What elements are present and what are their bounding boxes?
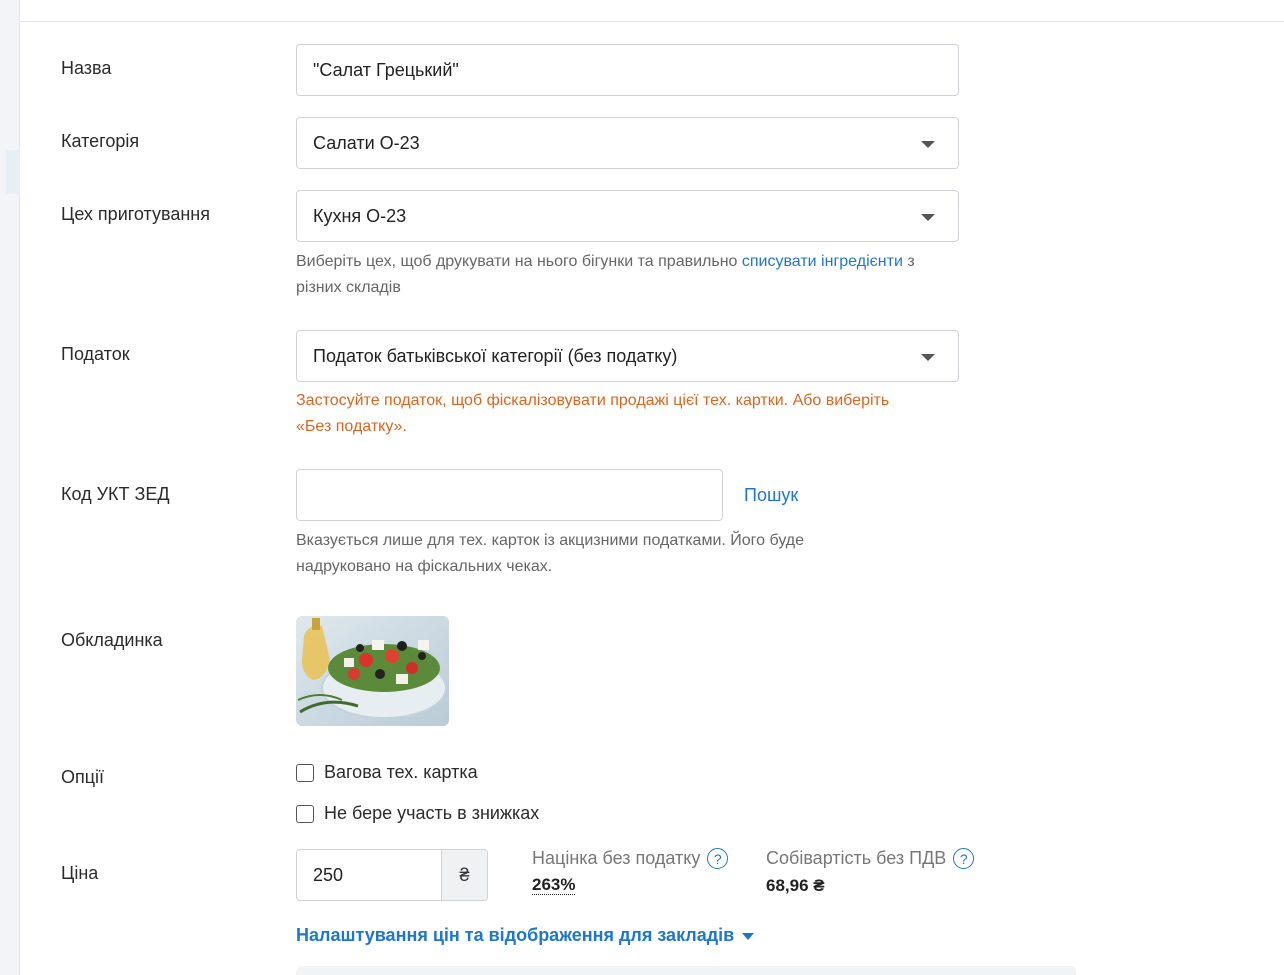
weighted-checkbox-label: Вагова тех. картка bbox=[324, 762, 478, 782]
uktzed-search-link[interactable]: Пошук bbox=[744, 485, 798, 506]
tax-warning: Застосуйте податок, щоб фіскалізовувати … bbox=[296, 392, 890, 435]
caret-down-icon bbox=[921, 214, 935, 221]
workshop-hint-text: Виберіть цех, щоб друкувати на нього біг… bbox=[296, 253, 742, 270]
cost-metric: Собівартість без ПДВ? 68,96 ₴ bbox=[766, 848, 975, 896]
cost-value: 68,96 ₴ bbox=[766, 876, 825, 895]
sidebar-active-marker bbox=[6, 150, 20, 194]
options-label: Опції bbox=[61, 767, 105, 787]
cover-image[interactable] bbox=[296, 616, 449, 726]
markup-value[interactable]: 263% bbox=[532, 876, 576, 895]
markup-metric: Націнка без податку? 263% bbox=[532, 848, 729, 895]
tax-label: Податок bbox=[61, 344, 130, 364]
category-select[interactable]: Салати О-23 bbox=[296, 117, 959, 169]
no-discounts-checkbox[interactable] bbox=[296, 804, 314, 823]
price-label: Ціна bbox=[61, 863, 99, 883]
price-input[interactable]: 250 bbox=[297, 850, 441, 900]
workshop-value: Кухня О-23 bbox=[313, 205, 407, 226]
caret-down-icon bbox=[921, 354, 935, 361]
tax-value: Податок батьківської категорії (без пода… bbox=[313, 345, 678, 366]
weighted-checkbox-row[interactable]: Вагова тех. картка bbox=[296, 762, 478, 783]
header-divider bbox=[20, 21, 1284, 22]
cost-label: Собівартість без ПДВ bbox=[766, 848, 947, 868]
cover-label: Обкладинка bbox=[61, 630, 163, 650]
name-label: Назва bbox=[61, 58, 112, 78]
category-label: Категорія bbox=[61, 131, 140, 151]
uktzed-hint: Вказується лише для тех. карток із акциз… bbox=[296, 532, 805, 575]
no-discounts-checkbox-row[interactable]: Не бере участь в знижках bbox=[296, 803, 539, 824]
salad-photo bbox=[296, 616, 449, 726]
sidebar-edge bbox=[0, 0, 20, 975]
price-field[interactable]: 250 ₴ bbox=[296, 849, 488, 901]
uktzed-input[interactable] bbox=[296, 469, 723, 521]
venue-settings-panel bbox=[296, 966, 1076, 975]
venue-price-settings-label: Налаштування цін та відображення для зак… bbox=[296, 925, 735, 945]
workshop-label: Цех приготування bbox=[61, 204, 210, 224]
markup-label: Націнка без податку bbox=[532, 848, 701, 868]
tax-select[interactable]: Податок батьківської категорії (без пода… bbox=[296, 330, 959, 382]
workshop-hint: Виберіть цех, щоб друкувати на нього біг… bbox=[296, 249, 936, 301]
venue-price-settings-link[interactable]: Налаштування цін та відображення для зак… bbox=[296, 925, 755, 946]
workshop-select[interactable]: Кухня О-23 bbox=[296, 190, 959, 242]
name-input[interactable]: "Салат Грецький" bbox=[296, 44, 959, 96]
write-off-ingredients-link[interactable]: списувати інгредієнти bbox=[742, 253, 903, 270]
question-circle-icon[interactable]: ? bbox=[707, 848, 729, 869]
weighted-checkbox[interactable] bbox=[296, 763, 314, 782]
no-discounts-checkbox-label: Не бере участь в знижках bbox=[324, 803, 540, 823]
caret-down-icon bbox=[742, 933, 755, 940]
category-value: Салати О-23 bbox=[313, 132, 420, 153]
caret-down-icon bbox=[921, 141, 935, 148]
uktzed-label: Код УКТ ЗЕД bbox=[61, 484, 170, 504]
question-circle-icon[interactable]: ? bbox=[953, 848, 975, 869]
currency-addon: ₴ bbox=[441, 850, 487, 900]
